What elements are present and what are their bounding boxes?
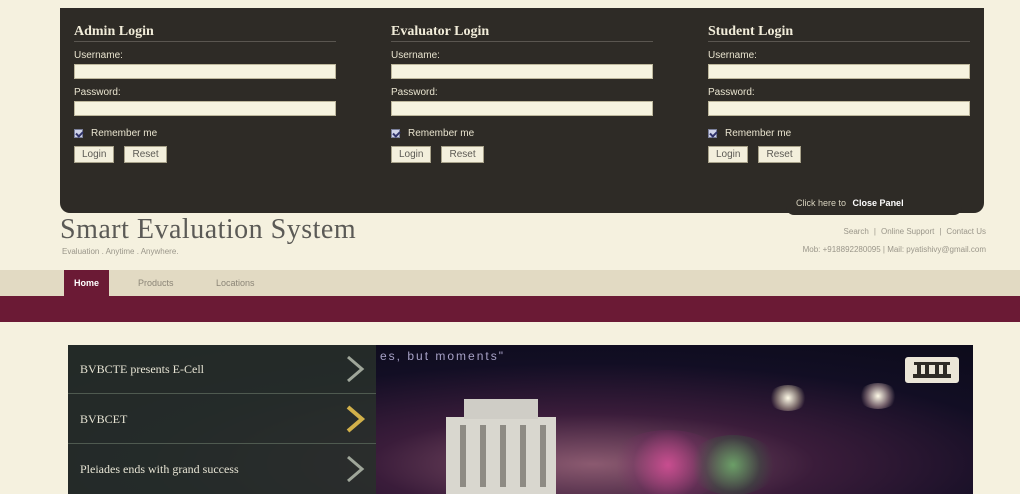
admin-login-button[interactable]: Login xyxy=(74,146,115,163)
light-glow xyxy=(688,435,778,494)
student-reset-button[interactable]: Reset xyxy=(758,146,801,163)
evaluator-login-title: Evaluator Login xyxy=(391,8,653,42)
admin-reset-button[interactable]: Reset xyxy=(124,146,167,163)
student-remember-row[interactable]: Remember me xyxy=(708,128,970,139)
close-panel-prefix: Click here to xyxy=(796,198,847,208)
student-login-form: Student Login Username: Password: Rememb… xyxy=(708,8,970,163)
admin-remember-row[interactable]: Remember me xyxy=(74,128,336,139)
login-panel: Admin Login Username: Password: Remember… xyxy=(60,8,984,213)
admin-password-input[interactable] xyxy=(74,101,336,116)
close-panel-link[interactable]: Close Panel xyxy=(853,198,904,208)
slide-item[interactable]: BVBCTE presents E-Cell xyxy=(68,345,376,394)
slide-title: BVBCET xyxy=(80,412,128,426)
admin-password-label: Password: xyxy=(74,87,121,98)
admin-remember-checkbox[interactable] xyxy=(74,129,83,138)
site-title: Smart Evaluation System xyxy=(60,214,357,245)
evaluator-username-input[interactable] xyxy=(391,64,653,79)
evaluator-password-input[interactable] xyxy=(391,101,653,116)
pillar xyxy=(540,425,546,487)
admin-username-label: Username: xyxy=(74,50,123,61)
admin-login-title: Admin Login xyxy=(74,8,336,42)
nav-item-locations[interactable]: Locations xyxy=(206,270,265,296)
student-password-label: Password: xyxy=(708,87,755,98)
header-links: Search | Online Support | Contact Us xyxy=(844,227,986,236)
contact-us-link[interactable]: Contact Us xyxy=(946,227,986,236)
light-glow xyxy=(768,385,808,411)
student-login-button[interactable]: Login xyxy=(708,146,749,163)
evaluator-password-label: Password: xyxy=(391,87,438,98)
student-username-label: Username: xyxy=(708,50,757,61)
close-panel-tab[interactable]: Click here to Close Panel xyxy=(786,193,962,215)
college-logo xyxy=(905,357,959,383)
student-username-input[interactable] xyxy=(708,64,970,79)
nav-item-home[interactable]: Home xyxy=(64,270,110,296)
nav-item-products[interactable]: Products xyxy=(128,270,184,296)
link-separator: | xyxy=(939,227,942,236)
chevron-right-icon xyxy=(347,355,365,383)
admin-remember-label: Remember me xyxy=(91,128,158,139)
chevron-right-icon xyxy=(347,455,365,483)
search-link[interactable]: Search xyxy=(844,227,869,236)
slide-item[interactable]: BVBCET xyxy=(68,395,376,444)
evaluator-remember-label: Remember me xyxy=(408,128,475,139)
slide-title: Pleiades ends with grand success xyxy=(80,462,239,476)
evaluator-login-button[interactable]: Login xyxy=(391,146,432,163)
evaluator-remember-checkbox[interactable] xyxy=(391,129,400,138)
building-logo-icon xyxy=(913,362,951,378)
site-tagline: Evaluation . Anytime . Anywhere. xyxy=(62,247,179,256)
evaluator-login-form: Evaluator Login Username: Password: Reme… xyxy=(391,8,653,163)
contact-info: Mob: +918892280095 | Mail: pyatishivy@gm… xyxy=(802,245,986,254)
student-remember-label: Remember me xyxy=(725,128,792,139)
student-password-input[interactable] xyxy=(708,101,970,116)
chevron-right-icon xyxy=(346,405,366,433)
slide-item[interactable]: Pleiades ends with grand success xyxy=(68,445,376,494)
pillar xyxy=(500,425,506,487)
pillar xyxy=(520,425,526,487)
light-glow xyxy=(858,383,898,409)
admin-login-form: Admin Login Username: Password: Remember… xyxy=(74,8,336,163)
slide-title: BVBCTE presents E-Cell xyxy=(80,362,204,376)
pillar xyxy=(460,425,466,487)
admin-username-input[interactable] xyxy=(74,64,336,79)
evaluator-remember-row[interactable]: Remember me xyxy=(391,128,653,139)
banner-quote: es, but moments" xyxy=(380,349,505,363)
evaluator-reset-button[interactable]: Reset xyxy=(441,146,484,163)
online-support-link[interactable]: Online Support xyxy=(881,227,934,236)
banner-slide-list: BVBCTE presents E-Cell BVBCET Pleiades e… xyxy=(68,345,376,494)
banner-slider: es, but moments" BVBCTE presents E-Cell … xyxy=(68,345,973,494)
evaluator-username-label: Username: xyxy=(391,50,440,61)
link-separator: | xyxy=(873,227,876,236)
main-nav: Home Products Locations xyxy=(0,270,1020,296)
building-image xyxy=(446,399,556,494)
student-login-title: Student Login xyxy=(708,8,970,42)
pillar xyxy=(480,425,486,487)
nav-accent-bar xyxy=(0,296,1020,322)
student-remember-checkbox[interactable] xyxy=(708,129,717,138)
